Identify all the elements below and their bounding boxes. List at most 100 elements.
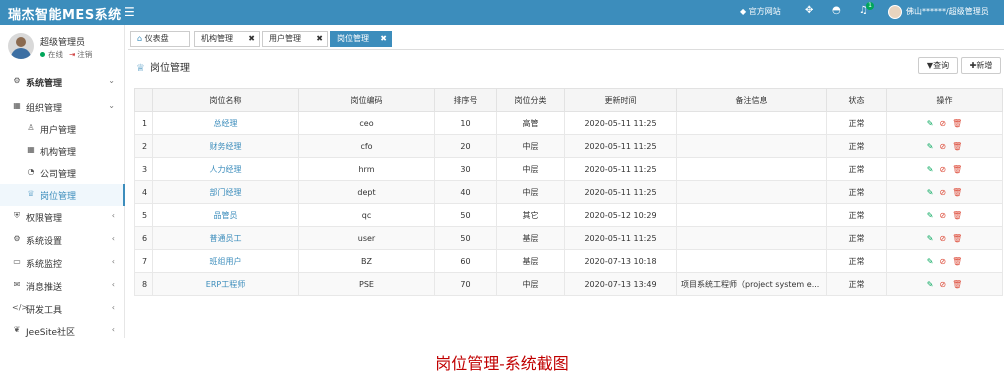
- disable-icon[interactable]: ⊘: [939, 188, 946, 197]
- cell-post-code: hrm: [298, 157, 435, 181]
- cell-post-name[interactable]: 人力经理: [152, 157, 299, 181]
- sidebar-item-permissions[interactable]: ⛨ 权限管理 ‹: [0, 206, 125, 228]
- chevron-down-icon: ⌄: [108, 101, 115, 110]
- delete-icon[interactable]: 🗑: [952, 257, 962, 266]
- cell-status: 正常: [826, 134, 887, 158]
- sidebar-item-system[interactable]: ⚙ 系统管理 ⌄: [0, 71, 125, 93]
- cell-updated: 2020-05-11 11:25: [564, 111, 677, 135]
- sidebar-item-devtools[interactable]: </> 研发工具 ‹: [0, 298, 125, 320]
- disable-icon[interactable]: ⊘: [939, 165, 946, 174]
- user-status: 在线 ⇥ 注销: [40, 49, 92, 60]
- close-icon[interactable]: ✖: [248, 32, 255, 46]
- edit-icon[interactable]: ✎: [927, 119, 934, 128]
- company-icon: ◔: [27, 167, 35, 176]
- disable-icon[interactable]: ⊘: [939, 211, 946, 220]
- tab-post-management[interactable]: 岗位管理 ✖: [330, 31, 392, 47]
- cell-actions: ✎ ⊘ 🗑: [886, 134, 1003, 158]
- sidebar-item-label: 组织管理: [26, 104, 63, 114]
- edit-icon[interactable]: ✎: [927, 211, 934, 220]
- cell-post-name[interactable]: 部门经理: [152, 180, 299, 204]
- delete-icon[interactable]: 🗑: [952, 234, 962, 243]
- logout-link[interactable]: 注销: [77, 50, 92, 59]
- cell-post-name[interactable]: 财务经理: [152, 134, 299, 158]
- query-button[interactable]: ▼查询: [918, 57, 958, 74]
- settings-icon: ⚙: [13, 234, 21, 243]
- disable-icon[interactable]: ⊘: [939, 234, 946, 243]
- trophy-icon: ♕: [27, 189, 35, 198]
- cell-status: 正常: [826, 226, 887, 250]
- cell-actions: ✎ ⊘ 🗑: [886, 272, 1003, 296]
- disable-icon[interactable]: ⊘: [939, 280, 946, 289]
- delete-icon[interactable]: 🗑: [952, 211, 962, 220]
- tab-dashboard[interactable]: ⌂ 仪表盘: [130, 31, 190, 47]
- col-header-type[interactable]: 岗位分类: [496, 88, 565, 112]
- sidebar-item-monitor[interactable]: ▭ 系统监控 ‹: [0, 252, 125, 274]
- col-header-name[interactable]: 岗位名称: [152, 88, 299, 112]
- disable-icon[interactable]: ⊘: [939, 257, 946, 266]
- sidebar-item-label: 用户管理: [40, 126, 77, 136]
- cell-sort: 70: [434, 272, 497, 296]
- col-header-updated[interactable]: 更新时间: [564, 88, 677, 112]
- gear-icon: ⚙: [13, 76, 21, 85]
- sidebar-item-settings[interactable]: ⚙ 系统设置 ‹: [0, 229, 125, 251]
- cell-remarks: [676, 134, 827, 158]
- cell-type: 基层: [496, 226, 565, 250]
- col-header-code[interactable]: 岗位编码: [298, 88, 435, 112]
- disable-icon[interactable]: ⊘: [939, 119, 946, 128]
- cell-status: 正常: [826, 111, 887, 135]
- table-row: 5 品管员 qc 50 其它 2020-05-12 10:29 正常 ✎ ⊘ 🗑: [134, 203, 1003, 227]
- cell-type: 中层: [496, 180, 565, 204]
- logout-icon[interactable]: ⇥: [69, 50, 75, 59]
- top-avatar[interactable]: [888, 5, 902, 19]
- sidebar-item-company[interactable]: ◔ 公司管理: [0, 162, 125, 184]
- dashboard-icon[interactable]: ◓: [832, 5, 841, 16]
- cell-actions: ✎ ⊘ 🗑: [886, 180, 1003, 204]
- edit-icon[interactable]: ✎: [927, 257, 934, 266]
- close-icon[interactable]: ✖: [316, 32, 323, 46]
- cell-status: 正常: [826, 249, 887, 273]
- tab-org-management[interactable]: 机构管理 ✖: [194, 31, 260, 47]
- notification-badge: 1: [866, 2, 874, 10]
- edit-icon[interactable]: ✎: [927, 142, 934, 151]
- cell-post-name[interactable]: 品管员: [152, 203, 299, 227]
- delete-icon[interactable]: 🗑: [952, 280, 962, 289]
- menu-toggle-icon[interactable]: ☰: [124, 5, 135, 19]
- cell-post-name[interactable]: ERP工程师: [152, 272, 299, 296]
- user-icon: ♙: [27, 123, 35, 132]
- delete-icon[interactable]: 🗑: [952, 119, 962, 128]
- sidebar-item-org[interactable]: ▦ 组织管理 ⌄: [0, 96, 125, 118]
- cell-post-name[interactable]: 班组用户: [152, 249, 299, 273]
- cell-updated: 2020-07-13 10:18: [564, 249, 677, 273]
- sidebar-item-label: 系统管理: [26, 79, 63, 89]
- cell-post-name[interactable]: 普通员工: [152, 226, 299, 250]
- delete-icon[interactable]: 🗑: [952, 165, 962, 174]
- cell-index: 7: [134, 249, 153, 273]
- cell-post-code: qc: [298, 203, 435, 227]
- trophy-icon: ♕: [136, 63, 145, 74]
- sidebar-item-orgs[interactable]: ▦ 机构管理: [0, 140, 125, 162]
- add-button[interactable]: ✚新增: [961, 57, 1001, 74]
- col-header-sort[interactable]: 排序号: [434, 88, 497, 112]
- delete-icon[interactable]: 🗑: [952, 188, 962, 197]
- sidebar-item-messages[interactable]: ✉ 消息推送 ‹: [0, 275, 125, 297]
- tab-user-management[interactable]: 用户管理 ✖: [262, 31, 328, 47]
- sidebar-item-users[interactable]: ♙ 用户管理: [0, 118, 125, 140]
- close-icon[interactable]: ✖: [380, 32, 387, 46]
- fullscreen-icon[interactable]: ✥: [805, 5, 813, 16]
- disable-icon[interactable]: ⊘: [939, 142, 946, 151]
- col-header-status[interactable]: 状态: [826, 88, 887, 112]
- cell-post-name[interactable]: 总经理: [152, 111, 299, 135]
- edit-icon[interactable]: ✎: [927, 188, 934, 197]
- site-link[interactable]: ◆ 官方网站: [740, 6, 781, 17]
- edit-icon[interactable]: ✎: [927, 234, 934, 243]
- cell-updated: 2020-05-12 10:29: [564, 203, 677, 227]
- col-header-remarks[interactable]: 备注信息: [676, 88, 827, 112]
- sidebar-item-community[interactable]: ❦ JeeSite社区 ‹: [0, 320, 125, 342]
- table-row: 2 财务经理 cfo 20 中层 2020-05-11 11:25 正常 ✎ ⊘ 🗑: [134, 134, 1003, 158]
- top-user-label[interactable]: 佛山******/超级管理员: [906, 6, 989, 17]
- sidebar-item-posts[interactable]: ♕ 岗位管理: [0, 184, 125, 206]
- edit-icon[interactable]: ✎: [927, 165, 934, 174]
- edit-icon[interactable]: ✎: [927, 280, 934, 289]
- delete-icon[interactable]: 🗑: [952, 142, 962, 151]
- cell-actions: ✎ ⊘ 🗑: [886, 111, 1003, 135]
